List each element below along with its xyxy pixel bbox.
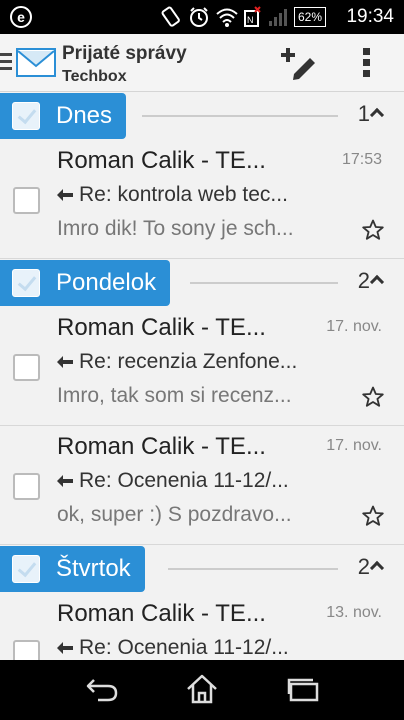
email-subject-text: Re: kontrola web tec... — [79, 183, 288, 206]
email-sender: Roman Calik - TE... — [57, 314, 266, 341]
email-sender: Roman Calik - TE... — [57, 600, 266, 627]
email-date: 17:53 — [341, 151, 382, 168]
account-name: Techbox — [62, 68, 127, 85]
status-time: 19:34 — [346, 6, 394, 27]
envelope-icon[interactable] — [16, 46, 56, 78]
email-subject: Re: Ocenenia 11-12/... — [57, 636, 289, 660]
email-subject: Re: Ocenenia 11-12/... — [57, 469, 289, 493]
section-count: 2 — [357, 268, 370, 293]
section-label: Dnes — [56, 102, 113, 129]
navigation-bar — [0, 660, 404, 720]
section-header[interactable]: Pondelok 2 — [0, 260, 404, 306]
email-subject: Re: kontrola web tec... — [57, 183, 288, 207]
email-checkbox[interactable] — [13, 473, 40, 500]
status-bar: e N 62% 19:34 — [0, 0, 404, 34]
chevron-up-icon[interactable] — [369, 107, 385, 123]
email-preview: Imro, tak som si recenz... — [57, 384, 292, 407]
nfc-icon: N — [244, 6, 261, 27]
star-icon[interactable] — [362, 386, 384, 408]
divider — [190, 282, 338, 284]
compose-icon[interactable] — [280, 46, 316, 80]
email-preview: Imro dik! To sony je sch... — [57, 217, 294, 240]
section-count: 2 — [357, 554, 370, 579]
e-app-icon: e — [10, 6, 32, 28]
reply-icon — [57, 356, 73, 369]
reply-icon — [57, 475, 73, 488]
email-row[interactable]: Roman Calik - TE... 17:53 Re: kontrola w… — [0, 141, 404, 259]
reply-icon — [57, 189, 73, 202]
email-date: 13. nov. — [326, 604, 382, 621]
svg-text:N: N — [247, 15, 254, 25]
email-sender: Roman Calik - TE... — [57, 433, 266, 460]
section-select-checkbox[interactable] — [12, 102, 40, 130]
chevron-up-icon[interactable] — [369, 560, 385, 576]
wifi-icon — [216, 8, 238, 27]
alarm-icon — [190, 7, 208, 27]
section-select-checkbox[interactable] — [12, 269, 40, 297]
status-icons: N 62% — [160, 5, 327, 29]
menu-icon[interactable] — [0, 53, 12, 74]
chevron-up-icon[interactable] — [369, 274, 385, 290]
section-header[interactable]: Dnes 1 — [0, 93, 404, 139]
divider — [168, 568, 338, 570]
email-sender: Roman Calik - TE... — [57, 147, 266, 174]
section-header[interactable]: Štvrtok 2 — [0, 546, 404, 592]
section-count: 1 — [357, 101, 370, 126]
email-subject-text: Re: Ocenenia 11-12/... — [79, 469, 289, 492]
email-preview: ok, super :) S pozdravo... — [57, 503, 292, 526]
signal-icon — [269, 9, 287, 26]
section-label: Štvrtok — [56, 555, 131, 582]
action-bar: Prijaté správy Techbox — [0, 34, 404, 92]
email-row[interactable]: Roman Calik - TE... 17. nov. Re: recenzi… — [0, 308, 404, 426]
section-chip[interactable]: Štvrtok — [0, 546, 145, 592]
back-icon[interactable] — [86, 676, 118, 702]
section-label: Pondelok — [56, 269, 157, 296]
email-date: 17. nov. — [326, 437, 382, 454]
email-checkbox[interactable] — [13, 354, 40, 381]
section-chip[interactable]: Pondelok — [0, 260, 171, 306]
section-chip[interactable]: Dnes — [0, 93, 127, 139]
overflow-menu-icon[interactable] — [363, 48, 373, 81]
email-subject-text: Re: recenzia Zenfone... — [79, 350, 298, 373]
star-icon[interactable] — [362, 505, 384, 527]
divider — [142, 115, 338, 117]
email-checkbox[interactable] — [13, 187, 40, 214]
email-subject: Re: recenzia Zenfone... — [57, 350, 297, 374]
home-icon[interactable] — [186, 674, 218, 704]
page-title: Prijaté správy — [62, 43, 187, 64]
email-row[interactable]: Roman Calik - TE... 17. nov. Re: Oceneni… — [0, 427, 404, 545]
section-select-checkbox[interactable] — [12, 555, 40, 583]
rotate-icon — [161, 6, 180, 27]
email-subject-text: Re: Ocenenia 11-12/... — [79, 636, 289, 659]
star-icon[interactable] — [362, 219, 384, 241]
recent-apps-icon[interactable] — [287, 678, 319, 702]
email-date: 17. nov. — [326, 318, 382, 335]
reply-icon — [57, 642, 73, 655]
battery-icon: 62% — [294, 7, 327, 27]
